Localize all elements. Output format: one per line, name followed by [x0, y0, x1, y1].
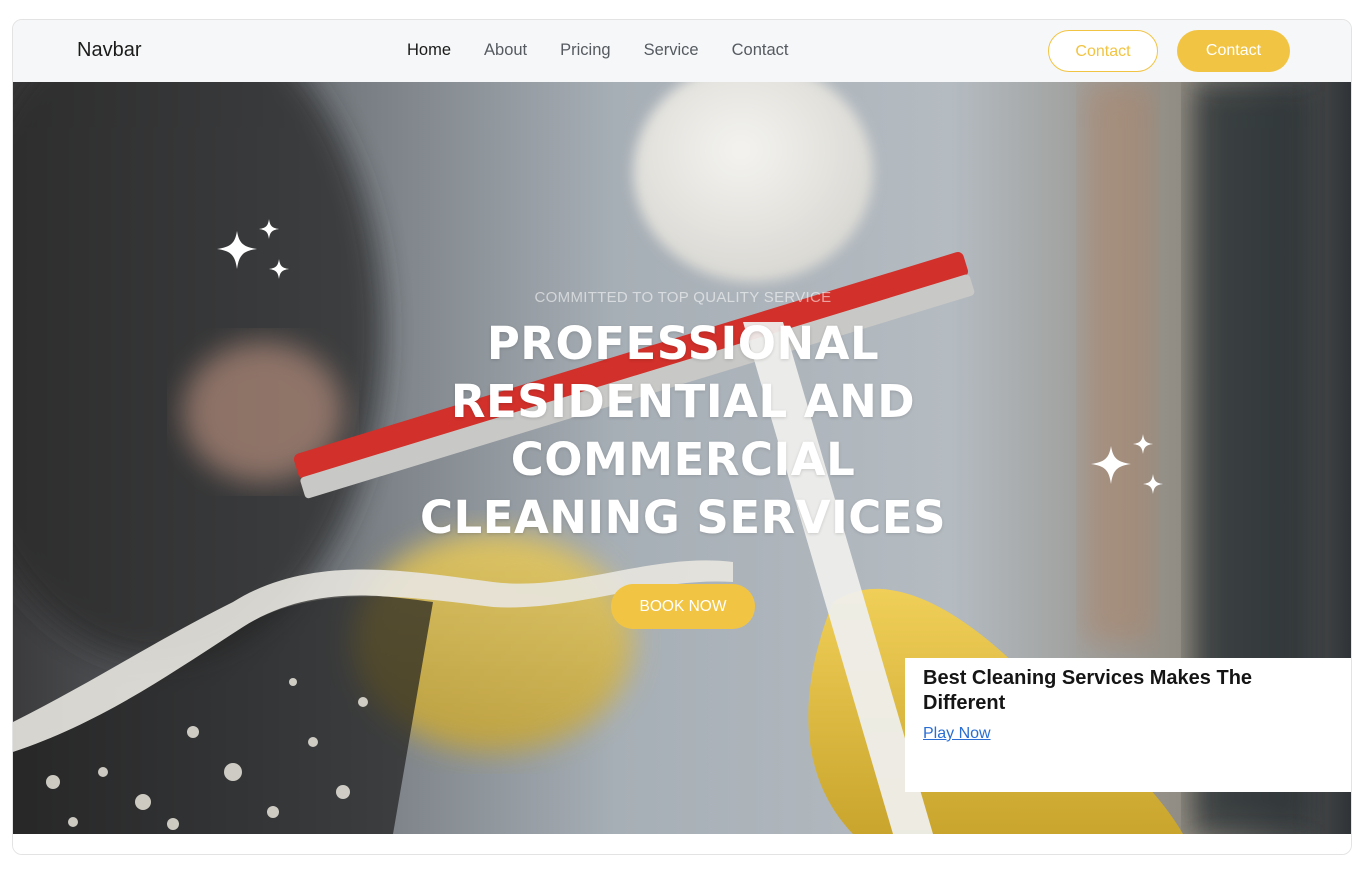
nav-link-contact[interactable]: Contact — [732, 41, 789, 60]
navbar: Navbar Home About Pricing Service Contac… — [13, 20, 1351, 82]
book-now-button[interactable]: BOOK NOW — [611, 584, 755, 629]
sparkle-icon — [1091, 434, 1163, 494]
page-frame: Navbar Home About Pricing Service Contac… — [12, 19, 1352, 855]
contact-filled-button[interactable]: Contact — [1177, 30, 1290, 72]
play-now-link[interactable]: Play Now — [923, 725, 991, 743]
promo-title: Best Cleaning Services Makes The Differe… — [923, 667, 1253, 714]
brand-logo[interactable]: Navbar — [77, 39, 141, 62]
contact-outline-button[interactable]: Contact — [1048, 30, 1158, 72]
nav-link-service[interactable]: Service — [644, 41, 699, 60]
hero-subtitle: COMMITTED TO TOP QUALITY SERVICE — [534, 289, 832, 306]
nav-links: Home About Pricing Service Contact — [407, 41, 821, 60]
hero-section: COMMITTED TO TOP QUALITY SERVICE PROFESS… — [13, 82, 1351, 834]
sparkle-icon — [217, 219, 289, 279]
nav-link-home[interactable]: Home — [407, 41, 451, 60]
nav-link-about[interactable]: About — [484, 41, 527, 60]
hero-title: PROFESSIONAL RESIDENTIAL AND COMMERCIAL … — [420, 317, 946, 544]
footer-strip — [13, 834, 1351, 854]
nav-link-pricing[interactable]: Pricing — [560, 41, 610, 60]
promo-card: Best Cleaning Services Makes The Differe… — [905, 658, 1351, 792]
